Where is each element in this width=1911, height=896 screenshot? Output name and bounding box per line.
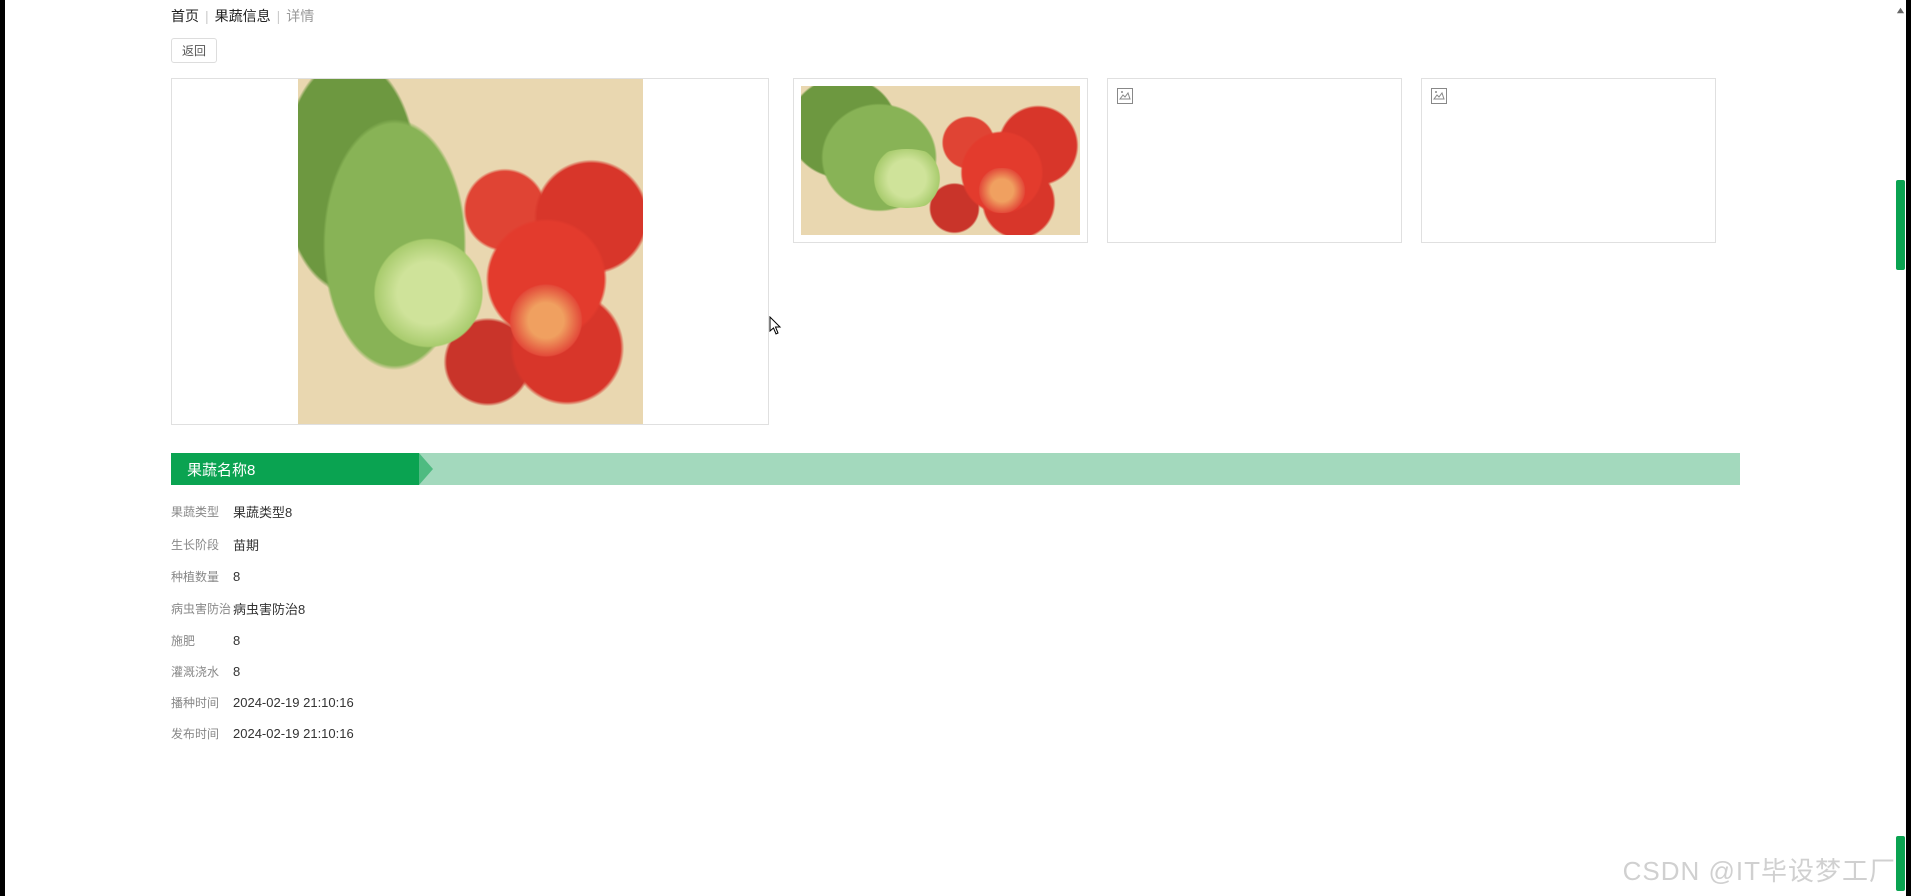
detail-label: 生长阶段 — [171, 536, 233, 553]
detail-value: 2024-02-19 21:10:16 — [233, 695, 354, 710]
detail-row: 播种时间 2024-02-19 21:10:16 — [171, 687, 1740, 718]
vegetable-image — [298, 79, 643, 424]
title-bar: 果蔬名称8 — [171, 453, 1740, 485]
detail-row: 种植数量 8 — [171, 561, 1740, 592]
detail-label: 果蔬类型 — [171, 503, 233, 520]
detail-value: 苗期 — [233, 535, 259, 554]
detail-row: 灌溉浇水 8 — [171, 656, 1740, 687]
thumbnail-1[interactable] — [793, 78, 1088, 243]
detail-label: 播种时间 — [171, 694, 233, 711]
detail-label: 病虫害防治 — [171, 600, 233, 617]
breadcrumb-current: 详情 — [286, 6, 314, 26]
detail-value: 8 — [233, 664, 240, 679]
breadcrumb-home[interactable]: 首页 — [171, 6, 199, 26]
watermark: CSDN @IT毕设梦工厂 — [1623, 851, 1896, 888]
image-gallery — [171, 78, 1740, 425]
scroll-indicator[interactable] — [1896, 180, 1905, 270]
detail-row: 病虫害防治 病虫害防治8 — [171, 592, 1740, 625]
main-image[interactable] — [171, 78, 769, 425]
detail-row: 施肥 8 — [171, 625, 1740, 656]
detail-value: 8 — [233, 569, 240, 584]
detail-label: 灌溉浇水 — [171, 663, 233, 680]
breadcrumb-section[interactable]: 果蔬信息 — [215, 6, 271, 26]
detail-label: 发布时间 — [171, 725, 233, 742]
broken-image-icon — [1117, 88, 1133, 104]
back-button[interactable]: 返回 — [171, 38, 217, 63]
thumbnail-3[interactable] — [1421, 78, 1716, 243]
thumbnail-grid — [793, 78, 1740, 425]
scroll-indicator[interactable] — [1896, 836, 1905, 891]
detail-value: 病虫害防治8 — [233, 599, 305, 618]
breadcrumb-sep-icon: | — [277, 8, 281, 24]
detail-value: 8 — [233, 633, 240, 648]
detail-list: 果蔬类型 果蔬类型8 生长阶段 苗期 种植数量 8 病虫害防治 病虫害防治8 施… — [171, 495, 1740, 749]
detail-row: 果蔬类型 果蔬类型8 — [171, 495, 1740, 528]
detail-row: 生长阶段 苗期 — [171, 528, 1740, 561]
detail-value: 果蔬类型8 — [233, 502, 292, 521]
breadcrumb-sep-icon: | — [205, 8, 209, 24]
detail-row: 发布时间 2024-02-19 21:10:16 — [171, 718, 1740, 749]
detail-label: 种植数量 — [171, 568, 233, 585]
scroll-up-icon[interactable] — [1896, 2, 1905, 11]
detail-label: 施肥 — [171, 632, 233, 649]
broken-image-icon — [1431, 88, 1447, 104]
breadcrumb: 首页 | 果蔬信息 | 详情 — [171, 6, 1740, 26]
thumbnail-2[interactable] — [1107, 78, 1402, 243]
detail-value: 2024-02-19 21:10:16 — [233, 726, 354, 741]
page-title: 果蔬名称8 — [171, 453, 419, 485]
